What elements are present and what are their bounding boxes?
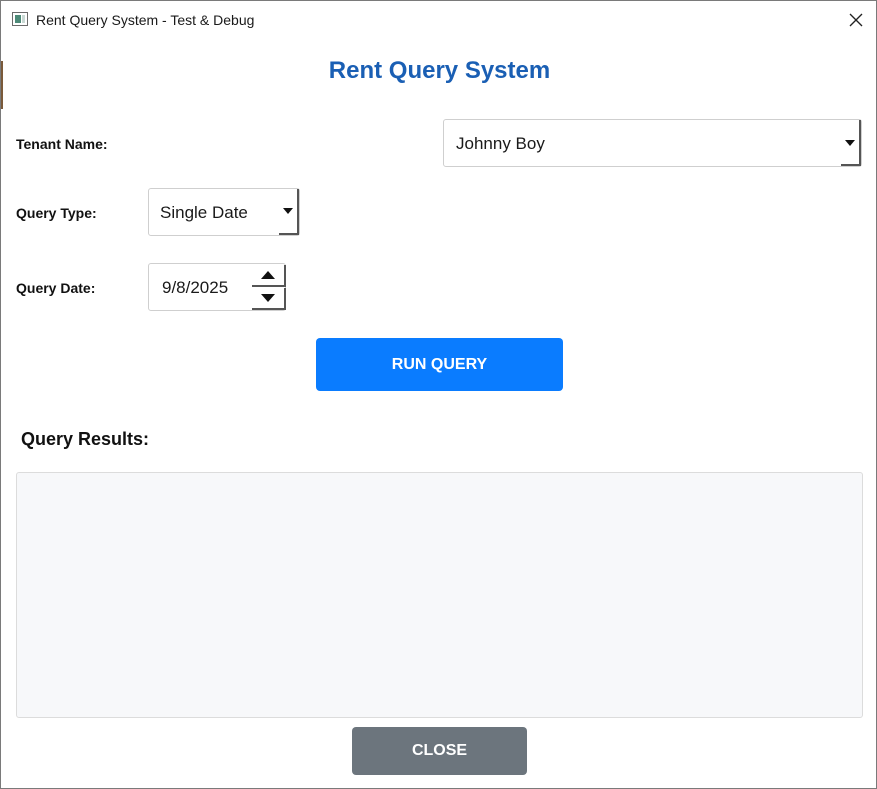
app-window: Rent Query System - Test & Debug Rent Qu… (0, 0, 877, 789)
query-type-value: Single Date (160, 203, 248, 222)
query-results-area[interactable] (16, 472, 863, 718)
title-bar[interactable]: Rent Query System - Test & Debug (1, 1, 876, 39)
query-type-dropdown[interactable]: Single Date (148, 188, 300, 236)
query-date-value: 9/8/2025 (162, 278, 229, 297)
triangle-down-icon (261, 294, 275, 302)
triangle-up-icon (261, 271, 275, 279)
close-icon (849, 13, 863, 27)
caret-down-icon (283, 208, 293, 214)
page-title: Rent Query System (328, 57, 551, 84)
window-title: Rent Query System - Test & Debug (36, 12, 255, 28)
window-app-icon (12, 12, 28, 26)
tenant-name-value: Johnny Boy (456, 134, 545, 153)
date-spin-down-button[interactable] (252, 288, 286, 310)
query-results-label: Query Results: (21, 429, 150, 449)
query-date-input[interactable]: 9/8/2025 (148, 263, 286, 311)
tenant-name-label: Tenant Name: (16, 136, 108, 152)
query-type-dropdown-arrow[interactable] (279, 189, 299, 235)
run-query-button[interactable]: RUN QUERY (316, 338, 563, 391)
query-date-label: Query Date: (16, 280, 96, 296)
close-button[interactable]: CLOSE (352, 727, 527, 775)
query-type-label: Query Type: (16, 205, 97, 221)
tenant-dropdown-arrow[interactable] (841, 120, 861, 166)
tenant-name-dropdown[interactable]: Johnny Boy (443, 119, 862, 167)
caret-down-icon (845, 140, 855, 146)
window-close-button[interactable] (841, 5, 871, 35)
date-spin-up-button[interactable] (252, 265, 286, 287)
